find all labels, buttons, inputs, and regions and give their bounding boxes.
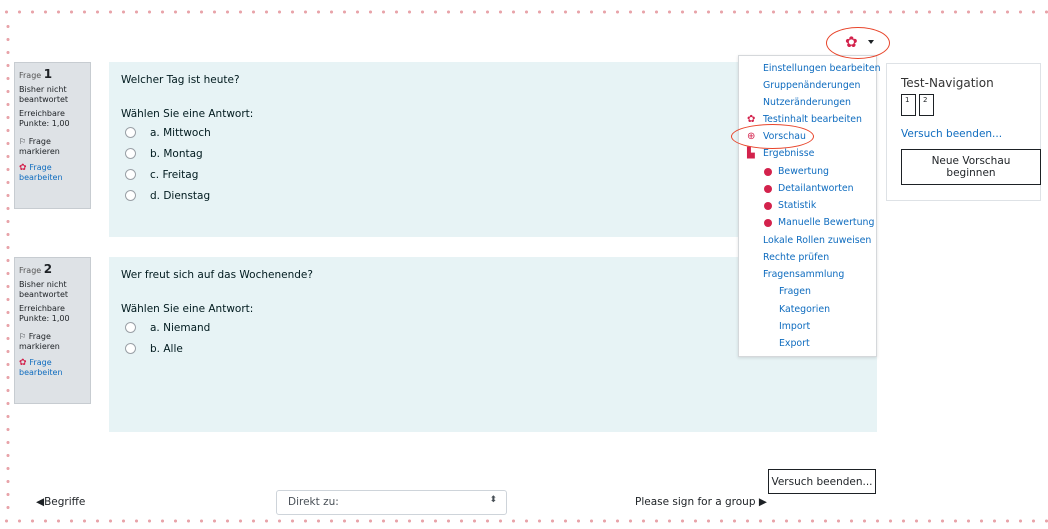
- bullet-icon: [764, 185, 772, 193]
- jump-to-select[interactable]: Direkt zu: ⬍: [276, 490, 507, 515]
- question-status: Bisher nicht beantwortet: [19, 280, 69, 299]
- menu-item-responses[interactable]: Detailantworten: [764, 183, 854, 194]
- chart-icon: ▙: [747, 148, 755, 159]
- question-info-2: Frage 2 Bisher nicht beantwortet Erreich…: [14, 257, 91, 404]
- question-status: Bisher nicht beantwortet: [19, 85, 69, 104]
- question-number: 1: [43, 67, 53, 81]
- nav-question-button-1[interactable]: 1: [901, 94, 916, 116]
- highlight-annotation: [826, 27, 890, 59]
- menu-item-assign-roles[interactable]: Lokale Rollen zuweisen: [763, 235, 871, 246]
- menu-item-export[interactable]: Export: [779, 338, 810, 349]
- menu-item-settings[interactable]: Einstellungen bearbeiten: [763, 63, 881, 74]
- jump-to-label: Direkt zu:: [288, 496, 339, 508]
- menu-item-label: Manuelle Bewertung: [778, 217, 875, 228]
- gear-icon: ✿: [19, 358, 30, 368]
- next-activity-link[interactable]: Please sign for a group ▶: [635, 496, 767, 508]
- test-navigation-block: Test-Navigation 1 2 Versuch beenden... N…: [886, 63, 1041, 201]
- gear-icon: ✿: [845, 33, 858, 51]
- nav-question-button-2[interactable]: 2: [919, 94, 934, 116]
- bullet-icon: [764, 202, 772, 210]
- menu-item-user-overrides[interactable]: Nutzeränderungen: [763, 97, 851, 108]
- chevron-down-icon: [868, 40, 874, 44]
- question-points: Erreichbare Punkte: 1,00: [19, 109, 70, 128]
- radio-button[interactable]: [125, 190, 136, 201]
- left-border: [6, 20, 10, 515]
- menu-item-grades[interactable]: Bewertung: [764, 166, 829, 177]
- nav-button-label: 1: [905, 96, 910, 104]
- new-preview-button[interactable]: Neue Vorschau beginnen: [901, 149, 1041, 185]
- bottom-border: [0, 519, 1048, 523]
- question-points: Erreichbare Punkte: 1,00: [19, 304, 70, 323]
- radio-button[interactable]: [125, 322, 136, 333]
- settings-menu-toggle[interactable]: ✿: [826, 27, 890, 59]
- menu-item-label: Statistik: [778, 200, 817, 211]
- menu-item-label: Ergebnisse: [763, 148, 815, 159]
- flag-icon: ⚐: [19, 332, 29, 341]
- answer-label: b. Alle: [150, 342, 183, 355]
- preview-highlight-annotation: [731, 124, 814, 149]
- menu-item-group-overrides[interactable]: Gruppenänderungen: [763, 80, 860, 91]
- navigation-title: Test-Navigation: [901, 76, 994, 90]
- menu-item-import[interactable]: Import: [779, 321, 810, 332]
- answer-label: a. Mittwoch: [150, 126, 211, 139]
- menu-item-label: Bewertung: [778, 166, 829, 177]
- flag-question-link[interactable]: ⚐ Frage markieren: [19, 137, 86, 157]
- radio-button[interactable]: [125, 127, 136, 138]
- finish-attempt-button[interactable]: Versuch beenden...: [768, 469, 876, 494]
- edit-question-link[interactable]: ✿ Frage bearbeiten: [19, 163, 86, 183]
- question-label: Frage: [19, 71, 42, 80]
- answer-label: b. Montag: [150, 147, 203, 160]
- flag-icon: ⚐: [19, 137, 29, 146]
- edit-question-link[interactable]: ✿ Frage bearbeiten: [19, 358, 86, 378]
- top-border: [0, 10, 1048, 14]
- question-info-1: Frage 1 Bisher nicht beantwortet Erreich…: [14, 62, 91, 209]
- answer-label: c. Freitag: [150, 168, 199, 181]
- answer-label: a. Niemand: [150, 321, 211, 334]
- radio-button[interactable]: [125, 169, 136, 180]
- gear-icon: ✿: [19, 163, 30, 173]
- select-arrows-icon: ⬍: [489, 495, 497, 505]
- menu-item-question-bank[interactable]: Fragensammlung: [763, 269, 844, 280]
- finish-attempt-link[interactable]: Versuch beenden...: [901, 128, 1026, 140]
- bullet-icon: [764, 168, 772, 176]
- menu-item-label: Detailantworten: [778, 183, 854, 194]
- nav-button-label: 2: [923, 96, 928, 104]
- menu-item-results[interactable]: ▙ Ergebnisse: [747, 148, 815, 159]
- menu-item-questions[interactable]: Fragen: [779, 286, 811, 297]
- radio-button[interactable]: [125, 148, 136, 159]
- flag-question-link[interactable]: ⚐ Frage markieren: [19, 332, 86, 352]
- bullet-icon: [764, 219, 772, 227]
- menu-item-check-permissions[interactable]: Rechte prüfen: [763, 252, 829, 263]
- menu-item-categories[interactable]: Kategorien: [779, 304, 830, 315]
- menu-item-manual-grading[interactable]: Manuelle Bewertung: [764, 217, 875, 228]
- previous-activity-link[interactable]: ◀Begriffe: [36, 496, 85, 508]
- menu-item-statistics[interactable]: Statistik: [764, 200, 817, 211]
- gear-icon: ✿: [747, 114, 756, 125]
- radio-button[interactable]: [125, 343, 136, 354]
- question-number: 2: [43, 262, 53, 276]
- settings-dropdown-menu: Einstellungen bearbeiten Gruppenänderung…: [738, 55, 881, 357]
- question-label: Frage: [19, 266, 42, 275]
- answer-label: d. Dienstag: [150, 189, 211, 202]
